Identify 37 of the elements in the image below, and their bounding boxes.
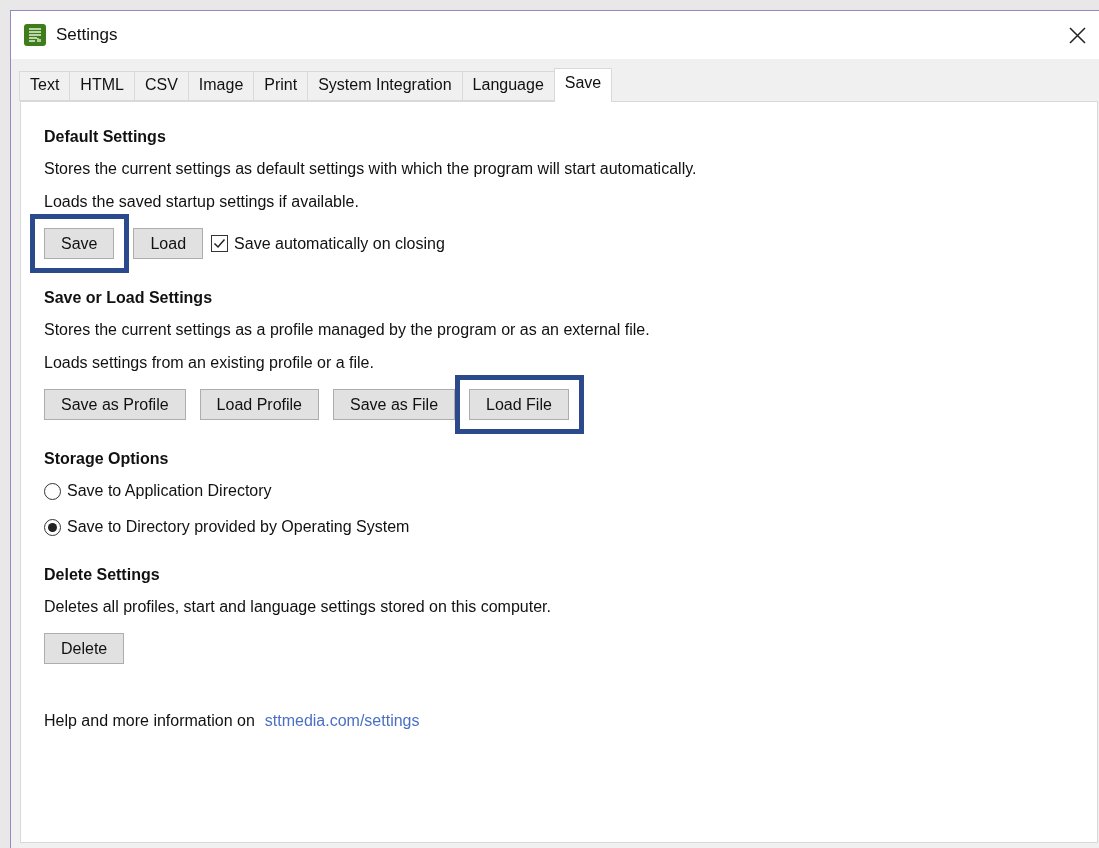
section-heading: Default Settings — [44, 128, 167, 146]
tab[interactable]: CSV — [133, 71, 189, 101]
tab[interactable]: Save — [553, 68, 613, 102]
window-title: Settings — [56, 25, 119, 45]
checkmark-icon — [213, 237, 227, 250]
button[interactable]: Load Profile — [199, 389, 319, 420]
button[interactable]: Save — [44, 228, 115, 259]
button[interactable]: Load File — [469, 389, 569, 420]
tab[interactable]: Language — [461, 71, 555, 101]
button[interactable]: Save as File — [333, 389, 456, 420]
section-heading: Delete Settings — [44, 566, 161, 584]
radio-button[interactable] — [44, 518, 61, 536]
button[interactable]: Save as Profile — [44, 389, 186, 420]
description-text: Stores the current settings as a profile managed by the program or as an external file. — [44, 321, 651, 339]
tab[interactable]: Text — [19, 71, 71, 101]
description-text: Loads the saved startup settings if available. — [44, 193, 360, 211]
tab[interactable]: Image — [187, 71, 255, 101]
tab[interactable]: HTML — [69, 71, 135, 101]
tab[interactable]: System Integration — [307, 71, 463, 101]
radio-button[interactable] — [44, 482, 61, 500]
button[interactable]: Load — [133, 228, 204, 259]
radio-option[interactable]: Save to Directory provided by Operating System — [44, 518, 1074, 536]
button[interactable]: Delete — [44, 633, 125, 664]
radio-label: Save to Directory provided by Operating System — [67, 518, 410, 536]
description-text: Loads settings from an existing profile or a file. — [44, 354, 375, 372]
radio-option[interactable]: Save to Application Directory — [44, 482, 1074, 500]
radio-label: Save to Application Directory — [67, 482, 272, 500]
section-heading: Storage Options — [44, 450, 170, 468]
description-text: Deletes all profiles, start and language settings stored on this computer. — [44, 598, 552, 616]
help-text: Help and more information on — [44, 712, 255, 730]
section-heading: Save or Load Settings — [44, 289, 214, 307]
checkbox[interactable] — [211, 235, 229, 252]
tab[interactable]: Print — [253, 71, 309, 101]
app-icon — [24, 24, 46, 46]
checkbox-label: Save automatically on closing — [234, 234, 445, 253]
description-text: Stores the current settings as default settings with which the program will start automatically. — [44, 160, 698, 178]
settings-link[interactable]: sttmedia.com/settings — [264, 712, 420, 730]
